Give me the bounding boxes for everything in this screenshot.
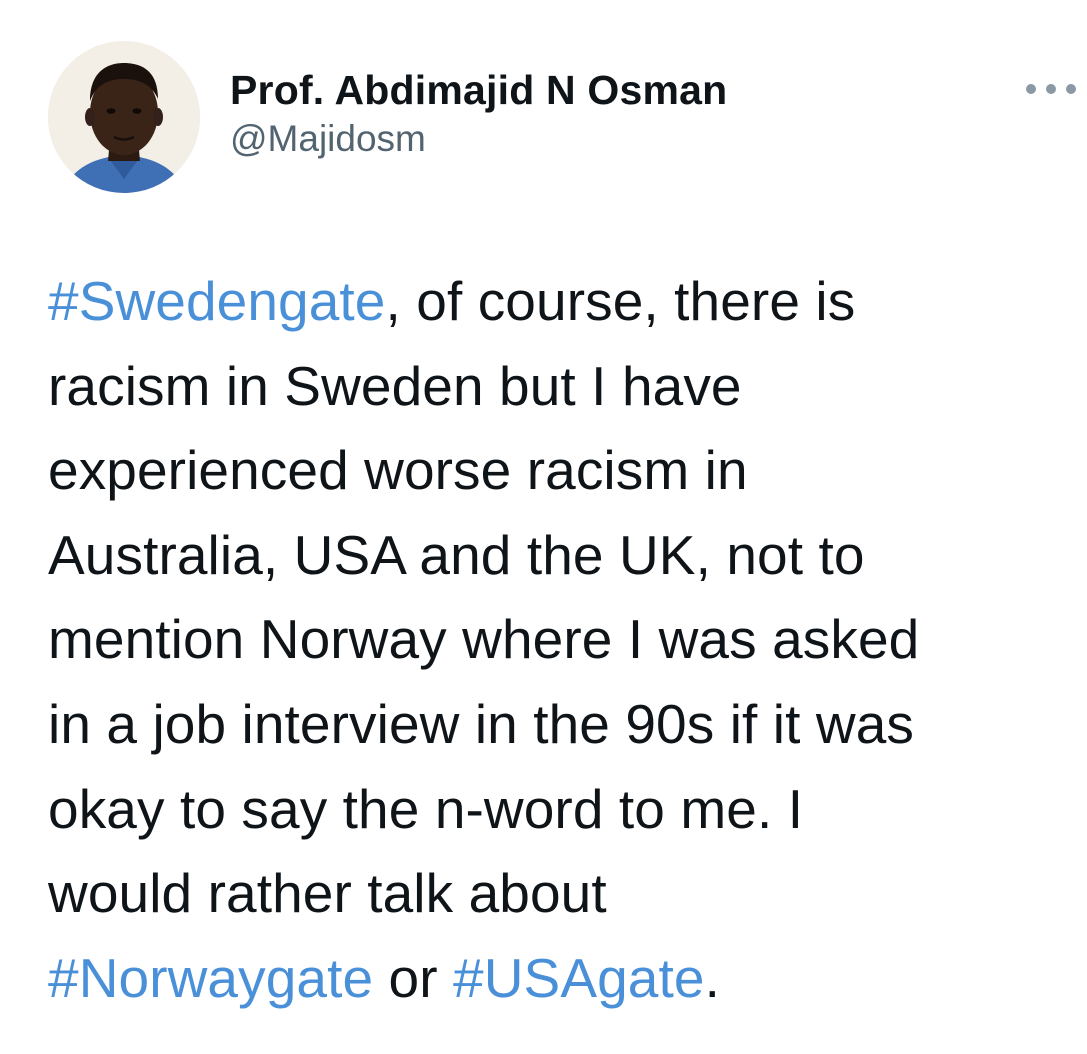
author-identity: Prof. Abdimajid N Osman @Majidosm xyxy=(230,67,727,161)
more-dot xyxy=(1046,84,1056,94)
tweet-line: mention Norway where I was asked xyxy=(48,608,920,671)
tweet-line-text: , of course, there is xyxy=(385,270,856,332)
hashtag-link[interactable]: #Swedengate xyxy=(48,270,386,332)
hashtag-link[interactable]: #USAgate xyxy=(453,947,705,1009)
more-dot xyxy=(1026,84,1036,94)
tweet-line: #Swedengate, of course, there is xyxy=(48,259,1068,344)
tweet-line: okay to say the n-word to me. I xyxy=(48,777,804,840)
tweet-line: #Norwaygate or #USAgate. xyxy=(48,936,1068,1021)
tweet-line: racism in Sweden but I have xyxy=(48,354,742,417)
tweet-line: experienced worse racism in xyxy=(48,439,748,502)
tweet-line: would rather talk about xyxy=(48,862,607,925)
author-avatar[interactable] xyxy=(48,41,200,193)
tweet-line-text: . xyxy=(704,946,720,1009)
tweet-line-text: or xyxy=(373,946,454,1009)
tweet-text: #Swedengate, of course, there is racism … xyxy=(48,259,1068,1020)
hashtag-link[interactable]: #Norwaygate xyxy=(48,947,373,1009)
avatar-photo-icon xyxy=(48,41,200,193)
tweet-card: Prof. Abdimajid N Osman @Majidosm #Swede… xyxy=(0,0,1087,1054)
more-options-icon[interactable] xyxy=(1026,78,1076,100)
more-dot xyxy=(1066,84,1076,94)
tweet-line: in a job interview in the 90s if it was xyxy=(48,692,914,755)
author-handle[interactable]: @Majidosm xyxy=(230,117,727,161)
tweet-line: Australia, USA and the UK, not to xyxy=(48,523,865,586)
author-display-name[interactable]: Prof. Abdimajid N Osman xyxy=(230,67,727,113)
